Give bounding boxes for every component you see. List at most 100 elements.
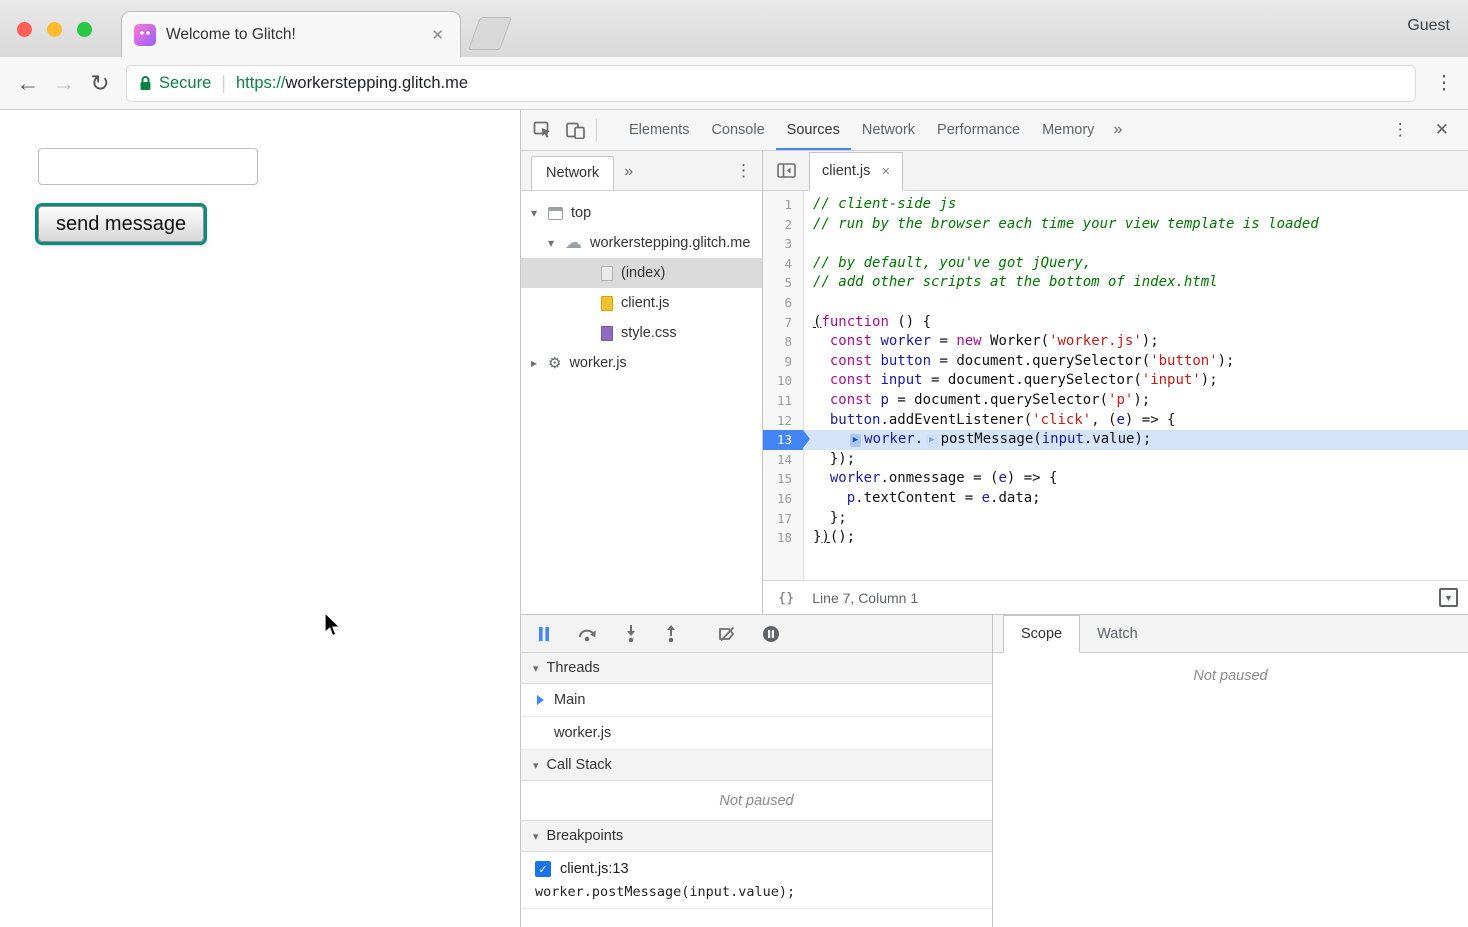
pause-on-exceptions-button[interactable]	[762, 625, 780, 643]
source-options-icon[interactable]: ▼	[1439, 588, 1458, 607]
breakpoints-section-header[interactable]: ▾ Breakpoints	[521, 821, 992, 852]
line-number[interactable]: 3	[763, 234, 803, 254]
deactivate-breakpoints-button[interactable]	[718, 626, 736, 642]
breakpoints-section-label: Breakpoints	[547, 828, 624, 844]
devtools-tab-sources[interactable]: Sources	[776, 110, 851, 150]
execution-line-number[interactable]: 13	[763, 430, 803, 450]
devtools-tabs: ElementsConsoleSourcesNetworkPerformance…	[618, 110, 1105, 150]
editor-tab-label: client.js	[822, 163, 870, 179]
send-message-button[interactable]: send message	[38, 206, 204, 242]
navigator-more-icon[interactable]: »	[624, 163, 633, 181]
new-tab-button[interactable]	[468, 17, 512, 50]
breakpoint-row[interactable]: ✓client.js:13	[535, 861, 992, 877]
devtools-menu-icon[interactable]: ⋮	[1379, 120, 1422, 140]
tab-watch[interactable]: Watch	[1080, 615, 1155, 652]
omnibox[interactable]: Secure | https://workerstepping.glitch.m…	[126, 65, 1416, 102]
step-over-button[interactable]	[577, 626, 598, 642]
code-line-content: button.addEventListener('click', (e) => …	[803, 411, 1468, 431]
expand-arrow-icon[interactable]: ▾	[548, 236, 565, 250]
devtools-tab-elements[interactable]: Elements	[618, 110, 700, 150]
expand-arrow-icon[interactable]: ▾	[531, 206, 548, 220]
tree-item-style-css[interactable]: style.css	[521, 318, 762, 348]
step-marker-active-icon[interactable]: ▶	[850, 434, 861, 447]
code-line-content: (function () {	[803, 313, 1468, 333]
line-number[interactable]: 5	[763, 273, 803, 293]
tree-item-index[interactable]: (index)	[521, 258, 762, 288]
back-button[interactable]: ←	[10, 70, 46, 97]
toolbar-separator	[596, 118, 597, 142]
line-number[interactable]: 12	[763, 411, 803, 431]
glitch-favicon	[134, 24, 156, 46]
line-number[interactable]: 14	[763, 450, 803, 470]
code-token: e	[1116, 412, 1124, 428]
maximize-window-icon[interactable]	[77, 22, 92, 37]
code-line-11: 11 const p = document.querySelector('p')…	[763, 391, 1468, 411]
thread-row-main[interactable]: Main	[521, 684, 992, 717]
tree-item-worker-js[interactable]: ▸⚙worker.js	[521, 348, 762, 378]
line-number[interactable]: 17	[763, 509, 803, 529]
thread-label: Main	[554, 692, 585, 708]
devtools-tab-memory[interactable]: Memory	[1031, 110, 1105, 150]
tree-item-workerstepping-glitch-me[interactable]: ▾☁workerstepping.glitch.me	[521, 228, 762, 258]
code-line-12: 12 button.addEventListener('click', (e) …	[763, 411, 1468, 431]
tree-item-label: (index)	[621, 265, 665, 281]
line-number[interactable]: 2	[763, 215, 803, 235]
breakpoint-checkbox[interactable]: ✓	[535, 861, 551, 877]
code-line-content: const worker = new Worker('worker.js');	[803, 332, 1468, 352]
tree-item-client-js[interactable]: client.js	[521, 288, 762, 318]
tree-item-top[interactable]: ▾top	[521, 198, 762, 228]
close-window-icon[interactable]	[17, 22, 32, 37]
devtools-tab-performance[interactable]: Performance	[926, 110, 1031, 150]
minimize-window-icon[interactable]	[47, 22, 62, 37]
line-number[interactable]: 7	[763, 313, 803, 333]
devtools-close-icon[interactable]: ✕	[1422, 120, 1462, 140]
navigator-menu-icon[interactable]: ⋮	[735, 161, 752, 181]
navigator-tab-network[interactable]: Network	[531, 156, 614, 190]
thread-row-worker-js[interactable]: worker.js	[521, 717, 992, 750]
code-token: button	[830, 412, 881, 428]
tab-scope[interactable]: Scope	[1003, 615, 1080, 653]
devtools-tab-console[interactable]: Console	[700, 110, 775, 150]
line-number[interactable]: 15	[763, 469, 803, 489]
line-number[interactable]: 4	[763, 254, 803, 274]
line-number[interactable]: 16	[763, 489, 803, 509]
navigator-header: Network » ⋮	[521, 151, 762, 191]
message-input[interactable]	[38, 148, 258, 185]
tab-close-icon[interactable]: ✕	[427, 24, 448, 46]
line-number[interactable]: 9	[763, 352, 803, 372]
line-number[interactable]: 11	[763, 391, 803, 411]
reload-button[interactable]: ↻	[82, 70, 118, 97]
pause-button[interactable]	[537, 626, 551, 642]
line-number[interactable]: 10	[763, 371, 803, 391]
more-tabs-icon[interactable]: »	[1105, 121, 1130, 139]
browser-menu-icon[interactable]: ⋮	[1430, 72, 1458, 95]
step-marker-icon[interactable]: ▶	[926, 434, 937, 447]
step-into-button[interactable]	[624, 625, 638, 643]
step-out-button[interactable]	[664, 625, 678, 643]
line-number[interactable]: 18	[763, 528, 803, 548]
code-editor[interactable]: 1// client-side js2// run by the browser…	[763, 191, 1468, 580]
code-line-content: });	[803, 450, 1468, 470]
browser-tab[interactable]: Welcome to Glitch! ✕	[121, 11, 461, 57]
code-token: .value);	[1084, 431, 1151, 447]
line-number[interactable]: 6	[763, 293, 803, 313]
devtools-tab-network[interactable]: Network	[851, 110, 926, 150]
line-number[interactable]: 1	[763, 195, 803, 215]
hide-navigator-icon[interactable]	[763, 163, 809, 178]
device-toolbar-icon[interactable]	[559, 116, 591, 144]
code-token	[813, 372, 830, 388]
line-number[interactable]: 8	[763, 332, 803, 352]
code-token	[813, 392, 830, 408]
code-token: const	[830, 372, 872, 388]
code-token: ) => {	[1125, 412, 1176, 428]
threads-section-header[interactable]: ▾ Threads	[521, 653, 992, 684]
inspect-element-icon[interactable]	[527, 116, 559, 144]
pretty-print-icon[interactable]: {}	[778, 590, 794, 606]
editor-tab-close-icon[interactable]: ×	[881, 163, 890, 180]
code-token: new	[956, 333, 981, 349]
call-stack-section-header[interactable]: ▾ Call Stack	[521, 750, 992, 781]
code-token: e	[998, 470, 1006, 486]
tree-item-label: style.css	[621, 325, 677, 341]
collapse-arrow-icon[interactable]: ▸	[531, 356, 548, 370]
editor-tab-clientjs[interactable]: client.js ×	[809, 152, 903, 191]
